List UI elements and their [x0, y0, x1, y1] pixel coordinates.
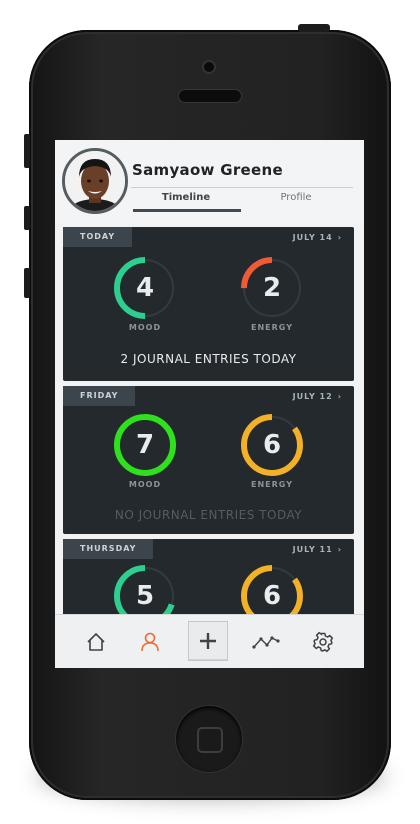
- energy-label: ENERGY: [251, 480, 293, 489]
- mood-gauge[interactable]: 7: [111, 411, 179, 479]
- journal-entries-status: NO JOURNAL ENTRIES TODAY: [114, 508, 303, 522]
- trends-icon: [252, 636, 280, 649]
- date-link[interactable]: JULY 12 ›: [293, 392, 342, 401]
- day-label: FRIDAY: [63, 386, 136, 406]
- mood-value: 5: [135, 581, 155, 611]
- energy-value: 6: [262, 430, 282, 460]
- nav-profile[interactable]: [133, 625, 167, 659]
- day-card-friday[interactable]: FRIDAY JULY 12 › 7 MOOD 6 ENERGY NO JOURN…: [63, 386, 354, 534]
- home-button-square-icon: [197, 727, 223, 753]
- tab-timeline[interactable]: Timeline: [131, 192, 241, 203]
- user-name: Samyaow Greene: [132, 161, 283, 179]
- avatar-portrait: [65, 151, 125, 211]
- journal-entries-link[interactable]: 2 JOURNAL ENTRIES TODAY: [63, 352, 354, 366]
- energy-gauge[interactable]: 6: [238, 562, 306, 614]
- mood-value: 7: [135, 430, 155, 460]
- nav-settings[interactable]: [306, 625, 340, 659]
- date-text: JULY 12: [292, 392, 333, 401]
- header-divider: [131, 187, 353, 188]
- gear-icon: [312, 631, 334, 653]
- mood-gauge[interactable]: 4: [111, 254, 179, 322]
- date-link[interactable]: JULY 14 ›: [293, 233, 342, 242]
- energy-value: 2: [262, 273, 282, 303]
- day-label: THURSDAY: [63, 539, 154, 559]
- active-tab-indicator: [133, 209, 241, 212]
- date-link[interactable]: JULY 11 ›: [293, 545, 342, 554]
- earpiece-speaker: [179, 90, 241, 102]
- energy-value: 6: [262, 581, 282, 611]
- bottom-nav: [55, 614, 364, 668]
- mood-value: 4: [135, 273, 155, 303]
- timeline-feed[interactable]: TODAY JULY 14 › 4 MOOD 2 ENERGY 2 JOURNAL…: [55, 224, 364, 614]
- day-card-today[interactable]: TODAY JULY 14 › 4 MOOD 2 ENERGY 2 JOURNAL…: [63, 227, 354, 381]
- mute-switch: [24, 134, 30, 168]
- mood-gauge[interactable]: 5: [111, 562, 179, 614]
- energy-gauge[interactable]: 6: [238, 411, 306, 479]
- nav-home[interactable]: [79, 625, 113, 659]
- profile-header: Samyaow Greene Timeline Profile: [55, 140, 364, 224]
- volume-down-button: [24, 268, 30, 298]
- app-screen: Samyaow Greene Timeline Profile TODAY JU…: [55, 140, 364, 668]
- volume-up-button: [24, 206, 30, 230]
- add-entry-button[interactable]: [188, 621, 228, 661]
- date-text: JULY 11: [292, 545, 333, 554]
- mood-label: MOOD: [128, 480, 162, 489]
- chevron-right-icon: ›: [337, 233, 342, 242]
- home-button[interactable]: [176, 706, 242, 772]
- add-icon: [200, 633, 216, 649]
- nav-trends[interactable]: [249, 625, 283, 659]
- energy-gauge[interactable]: 2: [238, 254, 306, 322]
- avatar[interactable]: [62, 148, 128, 214]
- energy-label: ENERGY: [251, 323, 293, 332]
- profile-icon: [141, 632, 159, 652]
- mood-label: MOOD: [128, 323, 162, 332]
- day-card-thursday[interactable]: THURSDAY JULY 11 › 5 6: [63, 539, 354, 614]
- day-label: TODAY: [63, 227, 133, 247]
- date-text: JULY 14: [292, 233, 333, 242]
- tab-profile[interactable]: Profile: [241, 192, 351, 203]
- chevron-right-icon: ›: [337, 545, 342, 554]
- power-button: [298, 24, 330, 32]
- chevron-right-icon: ›: [337, 392, 342, 401]
- home-icon: [87, 633, 105, 651]
- front-camera: [204, 62, 214, 72]
